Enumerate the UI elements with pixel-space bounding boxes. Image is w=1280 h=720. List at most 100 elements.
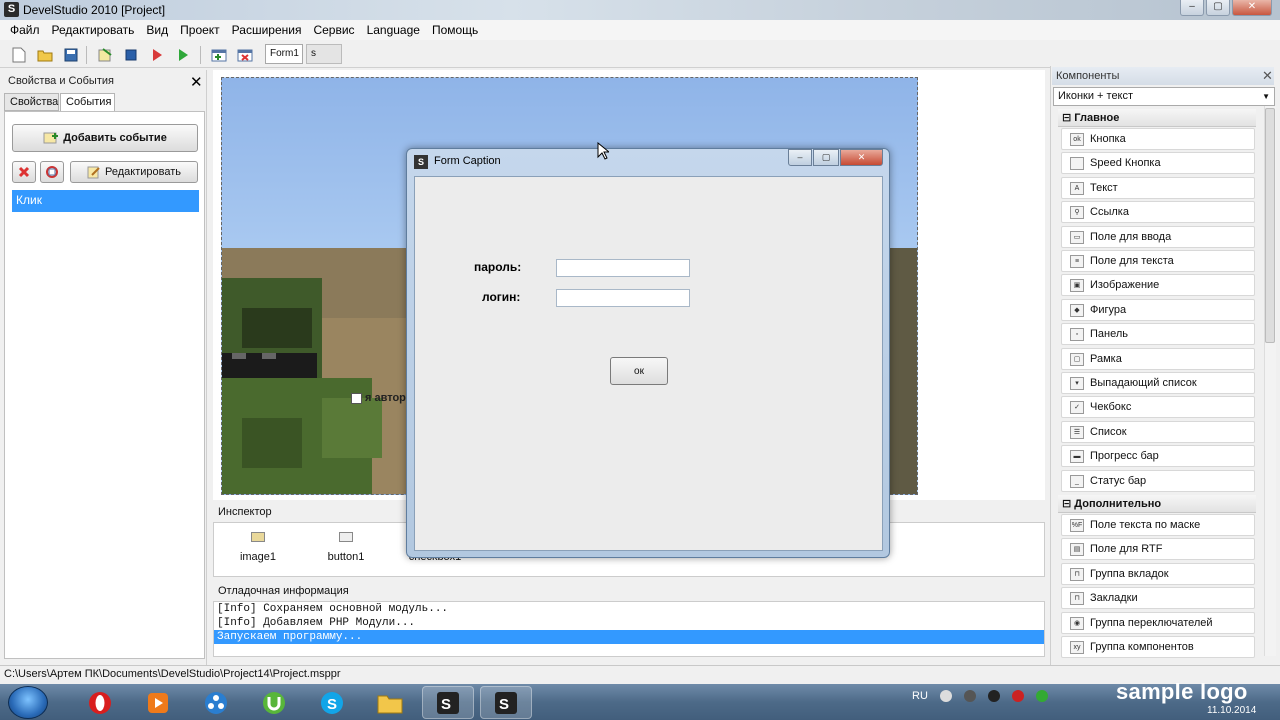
network-app-icon[interactable] [190, 686, 242, 719]
media-player-icon[interactable] [132, 686, 184, 719]
palette-item[interactable]: ⚲ Ссылка [1061, 201, 1255, 224]
maximize-button[interactable]: ▢ [1206, 0, 1230, 16]
tray-icon[interactable] [1036, 690, 1048, 702]
palette-item[interactable]: ⊓ Группа вкладок [1061, 562, 1255, 585]
component-icon: ≡ [1070, 255, 1084, 268]
palette-item[interactable]: ▢ Рамка [1061, 347, 1255, 370]
component-icon: xy [1070, 641, 1084, 654]
mouse-cursor-icon [597, 142, 609, 160]
debug-run-icon[interactable] [148, 46, 166, 64]
form-minimize-button[interactable]: – [788, 149, 812, 166]
palette-item[interactable]: A Текст [1061, 176, 1255, 199]
edit-event-button[interactable]: Редактировать [70, 161, 198, 183]
develstudio-form-taskbar-icon[interactable]: S [480, 686, 532, 719]
save-icon[interactable] [62, 46, 80, 64]
view-mode-select[interactable]: Иконки + текст ▼ [1053, 87, 1275, 106]
password-field[interactable] [556, 259, 690, 277]
remove-form-icon[interactable] [236, 46, 254, 64]
app-icon: S [4, 2, 19, 17]
utorrent-icon[interactable] [248, 686, 300, 719]
develstudio-taskbar-icon[interactable]: S [422, 686, 474, 719]
sample-logo-watermark: sample logo [1116, 679, 1248, 704]
open-folder-icon[interactable] [36, 46, 54, 64]
build-icon[interactable] [96, 46, 114, 64]
skype-icon[interactable]: S [306, 686, 358, 719]
palette-item[interactable]: ▬ Прогресс бар [1061, 445, 1255, 468]
palette-item[interactable]: _ Статус бар [1061, 469, 1255, 492]
designer-checkbox[interactable] [351, 393, 362, 404]
title-bar: S DevelStudio 2010 [Project] – ▢ ✕ [0, 0, 1280, 20]
menu-language[interactable]: Language [361, 20, 426, 40]
palette-item[interactable]: ✓ Чекбокс [1061, 396, 1255, 419]
form-close-button[interactable]: ✕ [840, 149, 883, 166]
log-line: [Info] Добавляем PHP Модули... [217, 617, 416, 629]
palette-item[interactable]: ▭ Поле для ввода [1061, 225, 1255, 248]
opera-icon[interactable] [74, 686, 126, 719]
palette-item[interactable]: ▣ Изображение [1061, 274, 1255, 297]
palette-item-label: Группа переключателей [1090, 616, 1213, 629]
component-icon: ▢ [1070, 352, 1084, 366]
panel-title: Свойства и События [8, 75, 114, 87]
palette-item[interactable]: ▾ Выпадающий список [1061, 372, 1255, 394]
start-button[interactable] [8, 686, 48, 719]
inspector-image1[interactable]: image1 [223, 532, 293, 563]
add-form-icon[interactable] [210, 46, 228, 64]
inspector-button1[interactable]: button1 [311, 532, 381, 563]
new-file-icon[interactable] [10, 46, 28, 64]
palette-item[interactable]: ok Кнопка [1061, 128, 1255, 150]
palette-item[interactable]: xy Группа компонентов [1061, 636, 1255, 658]
edit-icon [87, 166, 100, 179]
menu-project[interactable]: Проект [174, 20, 226, 40]
component-icon: ▭ [1070, 230, 1084, 244]
component-icon: ⊓ [1070, 592, 1084, 606]
explorer-folder-icon[interactable] [364, 686, 416, 719]
tab-form1[interactable]: Form1 [265, 44, 303, 64]
language-indicator[interactable]: RU [912, 690, 928, 702]
run-icon[interactable] [174, 46, 192, 64]
tab-events[interactable]: События [60, 93, 115, 113]
component-icon [1070, 157, 1084, 171]
minimize-button[interactable]: – [1180, 0, 1204, 16]
palette-group-header[interactable]: ⊟ Главное [1058, 109, 1256, 127]
ok-button[interactable]: ок [610, 357, 668, 385]
palette-item[interactable]: ≡ Поле для текста [1061, 250, 1255, 272]
chevron-down-icon: ▼ [1262, 92, 1270, 101]
menu-service[interactable]: Сервис [307, 20, 360, 40]
tray-icon[interactable] [988, 690, 1000, 702]
palette-item[interactable]: ☰ Список [1061, 420, 1255, 443]
refresh-icon[interactable] [40, 161, 64, 183]
tray-icon[interactable] [1012, 690, 1024, 702]
delete-event-icon[interactable] [12, 161, 36, 183]
components-close-icon[interactable]: ✕ [1262, 68, 1273, 84]
palette-item[interactable]: ⊓ Закладки [1061, 587, 1255, 610]
palette-item[interactable]: ▫ Панель [1061, 323, 1255, 346]
tray-icon[interactable] [940, 690, 952, 702]
tab-s[interactable]: s [306, 44, 342, 64]
palette-item-label: Изображение [1090, 279, 1160, 292]
tab-properties[interactable]: Свойства [4, 93, 59, 111]
menu-view[interactable]: Вид [140, 20, 174, 40]
menu-file[interactable]: Файл [4, 20, 46, 40]
menu-extensions[interactable]: Расширения [226, 20, 308, 40]
palette-item[interactable]: ◉ Группа переключателей [1061, 611, 1255, 634]
close-button[interactable]: ✕ [1232, 0, 1272, 16]
component-icon: ▬ [1070, 450, 1084, 464]
login-field[interactable] [556, 289, 690, 307]
panel-close-icon[interactable]: ✕ [190, 73, 203, 91]
palette-item-label: Кнопка [1090, 133, 1126, 145]
menu-help[interactable]: Помощь [426, 20, 484, 40]
tray-icon[interactable] [964, 690, 976, 702]
login-label: логин: [482, 290, 521, 304]
palette-group-header[interactable]: ⊟ Дополнительно [1058, 495, 1256, 513]
palette-scroll-thumb[interactable] [1265, 108, 1275, 343]
form-maximize-button[interactable]: ▢ [813, 149, 839, 166]
clock-date[interactable]: 11.10.2014 [1207, 705, 1256, 716]
palette-item[interactable]: %F Поле текста по маске [1061, 514, 1255, 536]
stop-icon[interactable] [122, 46, 140, 64]
palette-item[interactable]: Speed Кнопка [1061, 152, 1255, 175]
palette-item[interactable]: ◆ Фигура [1061, 298, 1255, 321]
palette-item[interactable]: ▤ Поле для RTF [1061, 538, 1255, 561]
add-event-button[interactable]: Добавить событие [12, 124, 198, 152]
menu-edit[interactable]: Редактировать [46, 20, 141, 40]
event-item-click[interactable]: Клик [12, 190, 199, 212]
